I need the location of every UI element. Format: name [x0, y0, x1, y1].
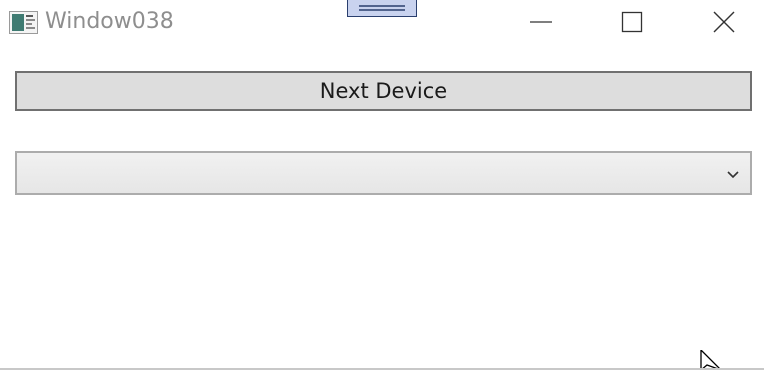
next-device-button[interactable]: Next Device [15, 71, 752, 111]
app-window-icon [9, 11, 38, 34]
minimize-icon [530, 21, 552, 23]
mouse-cursor-icon [700, 348, 722, 370]
chevron-down-icon[interactable] [726, 167, 740, 181]
drag-handle[interactable] [347, 0, 417, 17]
title-bar[interactable]: Window038 [0, 0, 764, 44]
minimize-button[interactable] [497, 0, 585, 44]
close-button[interactable] [680, 0, 764, 44]
device-combo-box[interactable] [15, 151, 752, 195]
maximize-icon [621, 11, 643, 33]
maximize-button[interactable] [588, 0, 676, 44]
close-icon [713, 11, 735, 33]
application-window: Window038 Next Device [0, 0, 764, 370]
window-title: Window038 [45, 9, 174, 34]
